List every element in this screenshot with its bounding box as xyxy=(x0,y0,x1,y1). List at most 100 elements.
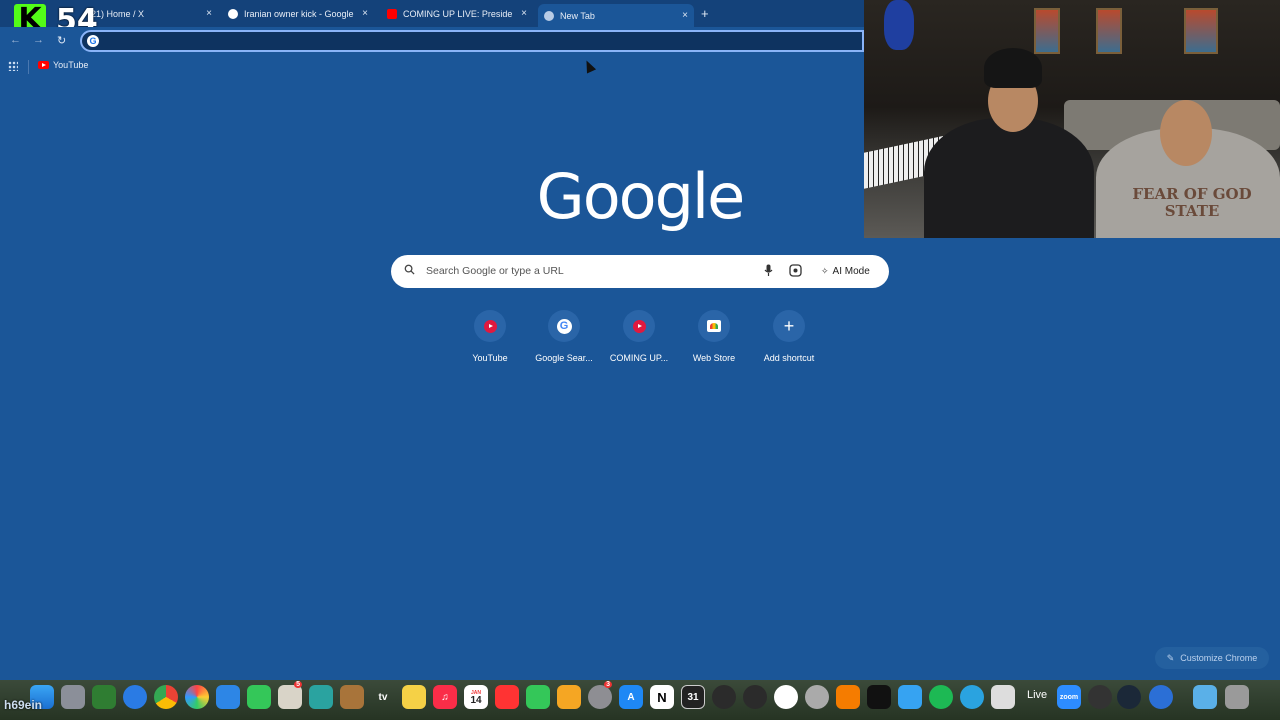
shortcut-google-search[interactable]: G Google Sear... xyxy=(526,310,602,363)
calendar2-day: 31 xyxy=(687,691,699,703)
system-settings-icon[interactable]: 3 xyxy=(588,681,612,709)
youtube-icon xyxy=(483,319,497,333)
streamer-name: h69ein xyxy=(4,698,43,712)
bookmark-label: YouTube xyxy=(53,60,89,70)
facetime-icon[interactable] xyxy=(247,685,271,709)
tab-youtube-live[interactable]: COMING UP LIVE: President T × xyxy=(383,4,533,23)
tab-title: Iranian owner kick - Google S xyxy=(244,8,354,19)
wall-poster xyxy=(1184,8,1218,54)
tab-x-home[interactable]: (21) Home / X × xyxy=(84,4,218,23)
app-icon[interactable] xyxy=(1149,685,1173,709)
bookmark-youtube[interactable]: YouTube xyxy=(38,60,88,70)
beanie xyxy=(984,48,1042,88)
add-shortcut-button[interactable]: + Add shortcut xyxy=(751,310,827,363)
app-icon[interactable] xyxy=(805,685,829,709)
web-store-icon xyxy=(707,320,721,332)
news-icon[interactable] xyxy=(495,685,519,709)
mail-icon[interactable] xyxy=(216,685,240,709)
preview-icon[interactable] xyxy=(898,685,922,709)
music-icon[interactable]: ♫ xyxy=(433,685,457,709)
hoodie-print: FEAR OF GOD STATE xyxy=(1132,185,1252,220)
close-icon[interactable]: × xyxy=(682,10,688,21)
photos-icon[interactable] xyxy=(185,685,209,709)
calendar-day: 14 xyxy=(470,695,482,706)
shortcut-coming-up[interactable]: COMING UP... xyxy=(601,310,677,363)
tab-title: COMING UP LIVE: President T xyxy=(403,8,513,19)
browser-toolbar: ← → ↻ G xyxy=(0,27,864,55)
notes-icon[interactable] xyxy=(402,685,426,709)
ableton-live-icon[interactable]: Live xyxy=(1027,689,1047,701)
back-button[interactable]: ← xyxy=(10,34,21,46)
shortcut-label: COMING UP... xyxy=(609,353,669,363)
apps-grid-icon[interactable] xyxy=(8,61,18,71)
spotify-icon[interactable] xyxy=(929,685,953,709)
chrome-icon xyxy=(544,10,554,21)
close-icon[interactable]: × xyxy=(362,8,368,19)
person-right-head xyxy=(1160,100,1212,166)
tab-google-search[interactable]: Iranian owner kick - Google S × xyxy=(224,4,374,23)
forward-button[interactable]: → xyxy=(33,34,44,46)
zoom-icon[interactable]: zoom xyxy=(1057,685,1081,709)
shortcut-tile xyxy=(474,310,506,342)
shortcut-web-store[interactable]: Web Store xyxy=(676,310,752,363)
customize-label: Customize Chrome xyxy=(1180,653,1258,663)
app-icon[interactable] xyxy=(743,685,767,709)
youtube-icon xyxy=(632,319,646,333)
capcut-icon[interactable] xyxy=(867,685,891,709)
launchpad-icon[interactable] xyxy=(61,685,85,709)
microphone-icon[interactable] xyxy=(764,264,773,277)
freeform-icon[interactable] xyxy=(309,685,333,709)
app-store-icon[interactable]: A xyxy=(619,685,643,709)
fl-studio-icon[interactable] xyxy=(836,685,860,709)
calendar-alt-icon[interactable]: 31 xyxy=(681,685,705,709)
downloads-folder-icon[interactable] xyxy=(1193,685,1217,709)
wall-poster xyxy=(1096,8,1122,54)
app-icon[interactable] xyxy=(340,685,364,709)
apple-tv-icon[interactable]: tv xyxy=(371,685,395,709)
macos-dock: 5 tv ♫ JAN 14 3 A N 31 Live zoom xyxy=(0,680,1280,720)
close-icon[interactable]: × xyxy=(206,8,212,19)
calendar-icon[interactable]: JAN 14 xyxy=(464,685,488,709)
ai-mode-label: AI Mode xyxy=(832,266,870,277)
pages-icon[interactable] xyxy=(557,685,581,709)
bookmarks-bar: YouTube xyxy=(0,57,864,77)
app-icon[interactable] xyxy=(712,685,736,709)
app-icon[interactable] xyxy=(991,685,1015,709)
search-icon xyxy=(404,264,415,275)
tab-new-tab[interactable]: New Tab × xyxy=(538,4,694,27)
app-icon[interactable] xyxy=(774,685,798,709)
notification-badge: 5 xyxy=(294,681,302,688)
tab-strip: (21) Home / X × Iranian owner kick - Goo… xyxy=(0,0,864,27)
search-placeholder: Search Google or type a URL xyxy=(426,265,564,277)
person-left xyxy=(924,118,1094,238)
shortcut-label: YouTube xyxy=(472,353,508,363)
customize-chrome-button[interactable]: ✎ Customize Chrome xyxy=(1155,647,1269,669)
google-lens-icon[interactable] xyxy=(789,264,802,277)
notion-icon[interactable]: N xyxy=(650,685,674,709)
zoom-label: zoom xyxy=(1059,693,1079,701)
shortcut-youtube[interactable]: YouTube xyxy=(452,310,528,363)
close-icon[interactable]: × xyxy=(521,8,527,19)
ai-mode-button[interactable]: ✧ AI Mode xyxy=(813,260,878,283)
obs-icon[interactable] xyxy=(1088,685,1112,709)
reload-button[interactable]: ↻ xyxy=(57,34,66,47)
shortcut-tile xyxy=(623,310,655,342)
new-tab-button[interactable]: + xyxy=(701,6,709,21)
shortcut-label: Web Store xyxy=(692,353,736,363)
steam-icon[interactable] xyxy=(1117,685,1141,709)
chrome-icon[interactable] xyxy=(154,685,178,709)
contacts-icon[interactable]: 5 xyxy=(278,681,302,709)
trash-icon[interactable] xyxy=(1225,685,1249,709)
bookmark-separator xyxy=(28,60,29,74)
webcam-overlay: FEAR OF GOD STATE xyxy=(864,0,1280,238)
guitar-icon xyxy=(884,0,914,50)
youtube-icon xyxy=(387,8,397,19)
search-box[interactable]: Search Google or type a URL ✧ AI Mode xyxy=(391,255,889,288)
shortcut-tile xyxy=(698,310,730,342)
safari-icon[interactable] xyxy=(123,685,147,709)
app-icon[interactable] xyxy=(92,685,116,709)
address-bar[interactable]: G xyxy=(80,30,864,52)
google-icon xyxy=(228,8,238,19)
numbers-icon[interactable] xyxy=(526,685,550,709)
telegram-icon[interactable] xyxy=(960,685,984,709)
